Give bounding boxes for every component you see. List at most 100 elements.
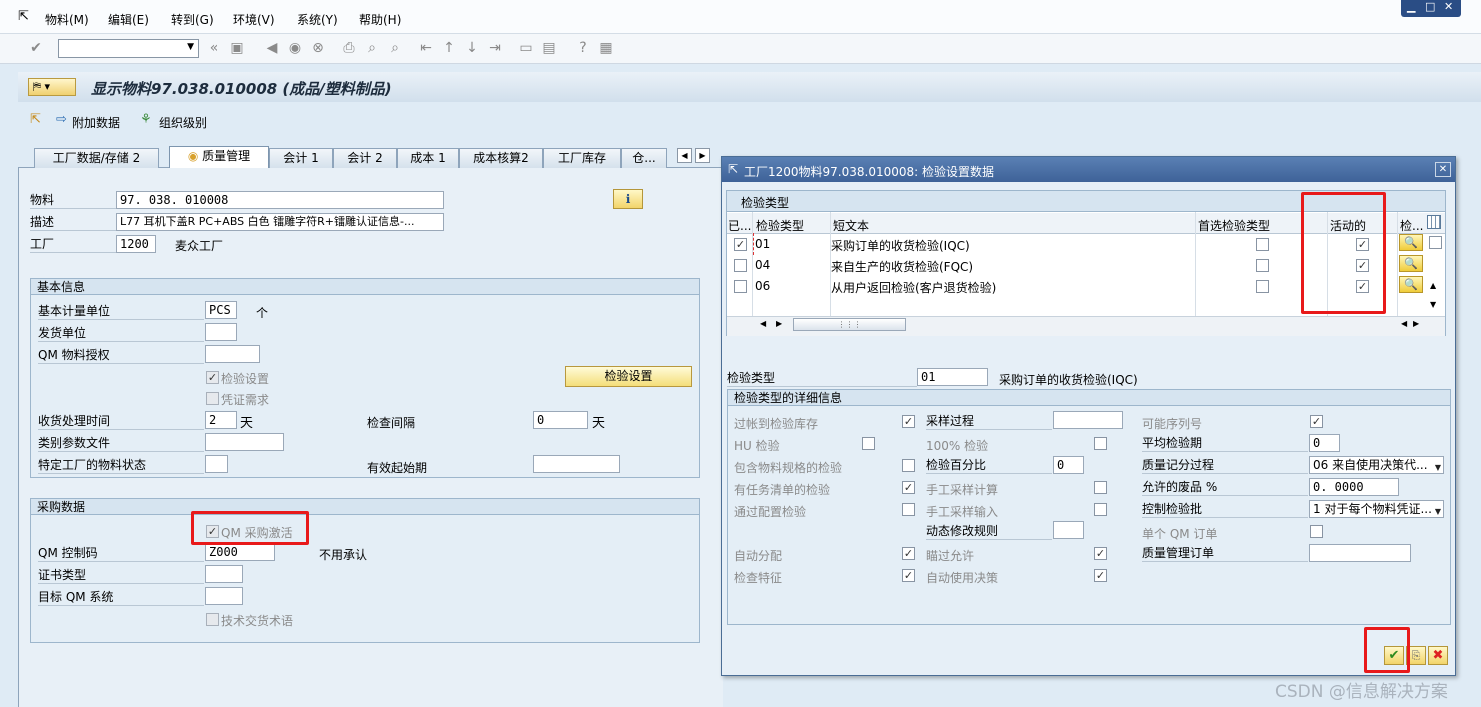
org-levels-button[interactable]: 组织级别 xyxy=(159,114,207,131)
layout-icon[interactable]: ▦ xyxy=(598,40,614,56)
qscore-dropdown[interactable]: 06 来自使用决策代... ▼ xyxy=(1309,456,1444,474)
col-selected[interactable]: 已... xyxy=(728,217,751,234)
row3-selected-checkbox[interactable] xyxy=(734,280,747,293)
shortcut-icon[interactable]: ▤ xyxy=(541,40,557,56)
save-icon[interactable]: ▣ xyxy=(229,40,245,56)
base-uom-field[interactable]: PCS xyxy=(205,301,237,319)
row3-detail-icon[interactable]: 🔍 xyxy=(1399,276,1423,293)
title-icon[interactable]: ⛿ ▾ xyxy=(28,78,76,96)
menu-environment[interactable]: 环境(V) xyxy=(233,11,275,28)
row1-text[interactable]: 采购订单的收货检验(IQC) xyxy=(831,237,970,254)
menu-material[interactable]: 物料(M) xyxy=(45,11,89,28)
grid-hscroll-left-icon[interactable]: ◀ xyxy=(760,319,766,328)
command-field[interactable]: ▼ xyxy=(58,39,199,58)
menu-edit[interactable]: 编辑(E) xyxy=(108,11,149,28)
serial-checkbox[interactable]: ✓ xyxy=(1310,415,1323,428)
command-dropdown-icon[interactable]: ▼ xyxy=(187,42,194,52)
exit-icon[interactable]: ◉ xyxy=(287,40,303,56)
row2-preferred-checkbox[interactable] xyxy=(1256,259,1269,272)
row1-detail-icon[interactable]: 🔍 xyxy=(1399,234,1423,251)
tab-plant-data-storage-2[interactable]: 工厂数据/存储 2 xyxy=(34,148,159,168)
tech-terms-checkbox[interactable] xyxy=(206,613,219,626)
insp-pct-field[interactable]: 0 xyxy=(1053,456,1084,474)
pct100-checkbox[interactable] xyxy=(1094,437,1107,450)
row1-type[interactable]: 01 xyxy=(755,237,770,251)
menu-help[interactable]: 帮助(H) xyxy=(359,11,401,28)
help-icon[interactable]: ? xyxy=(575,40,591,56)
grid-hscroll2-left-icon[interactable]: ◀ xyxy=(1401,319,1407,328)
tab-warehouse[interactable]: 仓... xyxy=(621,148,667,168)
column-config-icon[interactable] xyxy=(1427,215,1441,229)
auto-ud-checkbox[interactable]: ✓ xyxy=(1094,569,1107,582)
tab-scroll-left-icon[interactable]: ◀ xyxy=(677,148,692,163)
qm-order-field[interactable] xyxy=(1309,544,1411,562)
row2-text[interactable]: 来自生产的收货检验(FQC) xyxy=(831,258,973,275)
next-page-icon[interactable]: ↓ xyxy=(464,40,480,56)
scrap-field[interactable]: 0. 0000 xyxy=(1309,478,1399,496)
post-insp-stock-checkbox[interactable]: ✓ xyxy=(902,415,915,428)
plant-status-field[interactable] xyxy=(205,455,228,473)
control-key-field[interactable]: Z000 xyxy=(205,543,275,561)
enter-icon[interactable]: ✔ xyxy=(28,40,44,56)
row2-detail-icon[interactable]: 🔍 xyxy=(1399,255,1423,272)
col-preferred[interactable]: 首选检验类型 xyxy=(1198,217,1270,234)
grid-scroll-down-icon[interactable]: ▼ xyxy=(1430,300,1436,309)
auto-assign-checkbox[interactable]: ✓ xyxy=(902,547,915,560)
grid-hscroll-thumb[interactable]: ⋮⋮⋮ xyxy=(793,318,906,331)
manual-calc-checkbox[interactable] xyxy=(1094,481,1107,494)
cancel-x-icon[interactable]: ✖ xyxy=(1428,646,1448,665)
class-file-field[interactable] xyxy=(205,433,284,451)
tab-scroll-right-icon[interactable]: ▶ xyxy=(695,148,710,163)
menu-goto[interactable]: 转到(G) xyxy=(171,11,214,28)
maximize-icon[interactable]: □ xyxy=(1425,0,1435,13)
insp-setup-button[interactable]: 检验设置 xyxy=(565,366,692,387)
target-qm-field[interactable] xyxy=(205,587,243,605)
new-session-icon[interactable]: ▭ xyxy=(518,40,534,56)
valid-from-field[interactable] xyxy=(533,455,620,473)
description-field[interactable]: L77 耳机下盖R PC+ABS 白色 镭雕字符R+镭雕认证信息-... xyxy=(116,213,444,231)
avg-dur-field[interactable]: 0 xyxy=(1309,434,1340,452)
print-icon[interactable]: ⎙ xyxy=(341,40,357,56)
cancel-icon[interactable]: ⊗ xyxy=(310,40,326,56)
col-insp-type[interactable]: 检验类型 xyxy=(756,217,804,234)
sampling-proc-field[interactable] xyxy=(1053,411,1123,429)
grid-scroll-up-icon[interactable]: ▲ xyxy=(1430,281,1436,290)
check-char-checkbox[interactable]: ✓ xyxy=(902,569,915,582)
row2-selected-checkbox[interactable] xyxy=(734,259,747,272)
single-qm-checkbox[interactable] xyxy=(1310,525,1323,538)
last-page-icon[interactable]: ⇥ xyxy=(487,40,503,56)
gr-time-field[interactable]: 2 xyxy=(205,411,237,429)
dyn-rule-field[interactable] xyxy=(1053,521,1084,539)
find-next-icon[interactable]: ⌕ xyxy=(387,40,403,56)
cert-req-checkbox[interactable] xyxy=(206,392,219,405)
add-data-button[interactable]: 附加数据 xyxy=(72,114,120,131)
skips-checkbox[interactable]: ✓ xyxy=(1094,547,1107,560)
tab-costing-2[interactable]: 成本核算2 xyxy=(459,148,543,168)
plant-field[interactable]: 1200 xyxy=(116,235,156,253)
insp-type-field[interactable]: 01 xyxy=(917,368,988,386)
col-short-text[interactable]: 短文本 xyxy=(833,217,869,234)
grid-corner-checkbox[interactable] xyxy=(1429,236,1442,249)
menu-logo-icon[interactable]: ⇱ xyxy=(18,9,29,24)
cert-type-field[interactable] xyxy=(205,565,243,583)
mat-spec-checkbox[interactable] xyxy=(902,459,915,472)
interval-field[interactable]: 0 xyxy=(533,411,588,429)
info-icon[interactable]: ℹ xyxy=(613,189,643,209)
grid-hscroll2-right-icon[interactable]: ▶ xyxy=(1413,319,1419,328)
tab-costing-1[interactable]: 成本 1 xyxy=(397,148,459,168)
config-insp-checkbox[interactable] xyxy=(902,503,915,516)
prev-page-icon[interactable]: ↑ xyxy=(441,40,457,56)
dialog-close-icon[interactable]: ✕ xyxy=(1435,162,1451,177)
row3-text[interactable]: 从用户返回检验(客户退货检验) xyxy=(831,279,996,296)
tab-accounting-1[interactable]: 会计 1 xyxy=(269,148,333,168)
qm-auth-field[interactable] xyxy=(205,345,260,363)
row3-preferred-checkbox[interactable] xyxy=(1256,280,1269,293)
lot-ctrl-dropdown[interactable]: 1 对于每个物料凭证... ▼ xyxy=(1309,500,1444,518)
issue-unit-field[interactable] xyxy=(205,323,237,341)
material-field[interactable]: 97. 038. 010008 xyxy=(116,191,444,209)
minimize-icon[interactable]: ▁ xyxy=(1407,0,1415,13)
row2-type[interactable]: 04 xyxy=(755,258,770,272)
row1-preferred-checkbox[interactable] xyxy=(1256,238,1269,251)
tab-accounting-2[interactable]: 会计 2 xyxy=(333,148,397,168)
tab-quality-management[interactable]: ◉ 质量管理 xyxy=(169,146,269,169)
